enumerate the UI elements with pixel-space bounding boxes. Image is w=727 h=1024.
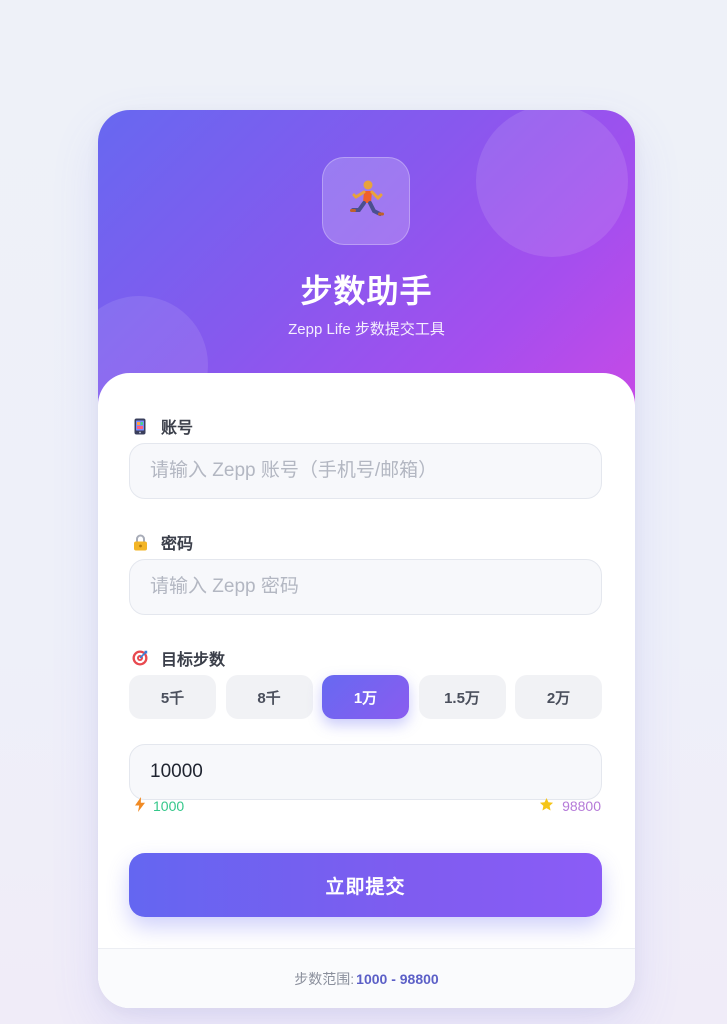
preset-8k-button[interactable]: 8千 bbox=[225, 675, 313, 719]
preset-5k-button[interactable]: 5千 bbox=[129, 675, 216, 719]
submit-button[interactable]: 立即提交 bbox=[129, 853, 602, 917]
app-logo bbox=[322, 157, 410, 245]
preset-15k-button[interactable]: 1.5万 bbox=[418, 675, 506, 719]
steps-label-text: 目标步数 bbox=[161, 652, 226, 669]
account-label-text: 账号 bbox=[161, 420, 194, 437]
min-steps-value: 1000 bbox=[153, 798, 185, 814]
form-panel: 账号 密码 bbox=[98, 373, 635, 1008]
account-label: 账号 bbox=[132, 414, 193, 438]
page-subtitle: Zepp Life 步数提交工具 bbox=[288, 321, 445, 338]
password-label: 密码 bbox=[132, 530, 193, 554]
steps-input[interactable] bbox=[129, 744, 602, 800]
phone-icon bbox=[132, 417, 148, 435]
footer-range-label: 步数范围: bbox=[294, 971, 355, 987]
password-input[interactable] bbox=[129, 559, 602, 615]
running-person-icon bbox=[344, 177, 388, 226]
min-steps-hint: 1000 bbox=[135, 797, 184, 815]
hero-header: 步数助手 Zepp Life 步数提交工具 bbox=[98, 110, 635, 410]
lightning-icon bbox=[135, 797, 153, 815]
target-icon bbox=[132, 649, 148, 667]
max-steps-value: 98800 bbox=[562, 798, 601, 814]
max-steps-hint: 98800 bbox=[539, 797, 601, 815]
preset-10k-button[interactable]: 1万 bbox=[322, 675, 409, 719]
preset-20k-button[interactable]: 2万 bbox=[515, 675, 602, 719]
star-icon bbox=[539, 797, 562, 815]
password-label-text: 密码 bbox=[161, 536, 194, 553]
lock-icon bbox=[132, 533, 148, 551]
decorative-circle bbox=[476, 110, 628, 257]
footer-range-value: 1000 - 98800 bbox=[356, 971, 439, 987]
login-card: 步数助手 Zepp Life 步数提交工具 账号 请输入 Zepp 账号（手机号… bbox=[98, 110, 635, 1008]
steps-label: 目标步数 bbox=[132, 646, 225, 670]
page-title: 步数助手 bbox=[300, 273, 433, 309]
step-presets: 5千 8千 1万 1.5万 2万 bbox=[129, 675, 602, 719]
footer: 步数范围: 1000 - 98800 bbox=[98, 948, 635, 1008]
account-input[interactable] bbox=[129, 443, 602, 499]
